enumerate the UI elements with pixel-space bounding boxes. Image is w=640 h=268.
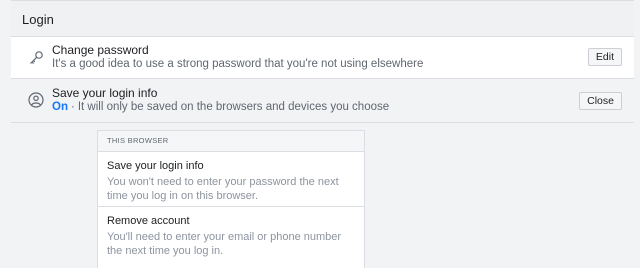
this-browser-card: THIS BROWSER Save your login info You wo… [97, 130, 365, 268]
save-login-option-description: You won't need to enter your password th… [107, 176, 339, 202]
remove-account-option[interactable]: Remove account You'll need to enter your… [98, 207, 364, 258]
save-login-description: It will only be saved on the browsers an… [77, 101, 390, 113]
section-title: Login [22, 11, 54, 27]
change-password-label: Change password [52, 43, 149, 57]
separator-dot: · [70, 101, 75, 113]
this-browser-header: THIS BROWSER [98, 131, 364, 152]
save-login-row[interactable]: Save your login info On · It will only be … [11, 78, 634, 123]
save-login-option-title: Save your login info [107, 160, 204, 172]
remove-account-option-title: Remove account [107, 215, 190, 227]
save-login-description-line: On · It will only be saved on the browsers… [52, 101, 389, 113]
status-on-text: On [52, 101, 68, 113]
key-icon [28, 50, 44, 66]
change-password-description: It's a good idea to use a strong passwor… [52, 58, 424, 70]
save-login-option[interactable]: Save your login info You won't need to e… [98, 152, 364, 207]
change-password-row[interactable]: Change password It's a good idea to use … [11, 36, 634, 78]
close-button[interactable]: Close [579, 92, 622, 110]
section-header: Login [11, 0, 634, 37]
remove-account-option-description: You'll need to enter your email or phone… [107, 231, 342, 257]
login-settings-panel: Login Change password It's a good idea t… [11, 0, 634, 268]
user-circle-icon [28, 92, 44, 108]
save-login-label: Save your login info [52, 86, 158, 100]
edit-button[interactable]: Edit [587, 48, 622, 66]
